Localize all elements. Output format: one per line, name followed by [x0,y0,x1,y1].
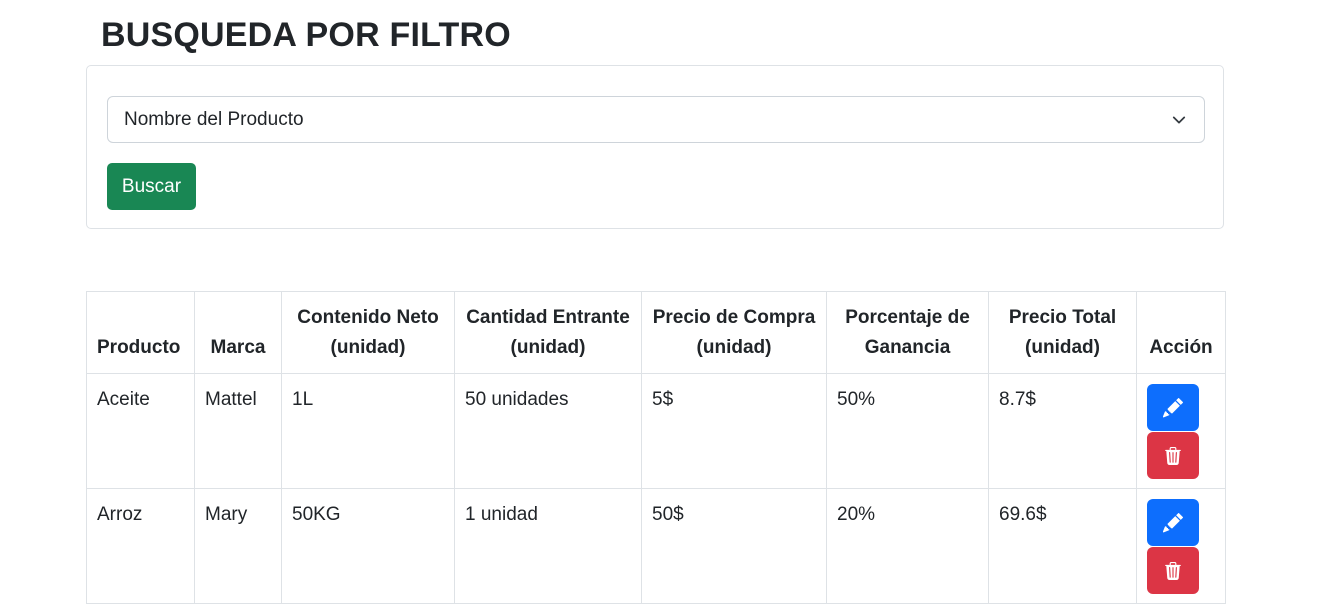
header-accion: Acción [1136,291,1226,374]
delete-button[interactable] [1147,547,1199,594]
cell-porcentaje: 20% [826,488,989,604]
cell-precio-total: 8.7$ [988,373,1137,489]
search-button[interactable]: Buscar [107,163,196,210]
header-cantidad: Cantidad Entrante (unidad) [454,291,642,374]
chevron-down-icon [1172,116,1186,124]
cell-accion [1136,373,1226,489]
cell-producto: Aceite [86,373,195,489]
header-precio-compra: Precio de Compra (unidad) [641,291,827,374]
header-contenido: Contenido Neto (unidad) [281,291,455,374]
cell-marca: Mary [194,488,282,604]
filter-select[interactable]: Nombre del Producto [107,96,1205,143]
cell-contenido: 1L [281,373,455,489]
trash-icon [1165,561,1181,580]
header-producto: Producto [86,291,195,374]
trash-icon [1165,446,1181,465]
filter-select-value: Nombre del Producto [124,109,304,130]
table-row: Aceite Mattel 1L 50 unidades 5$ 50% 8.7$ [86,373,1226,489]
pencil-icon [1163,512,1183,532]
delete-button[interactable] [1147,432,1199,479]
cell-accion [1136,488,1226,604]
cell-precio-total: 69.6$ [988,488,1137,604]
pencil-icon [1163,397,1183,417]
edit-button[interactable] [1147,499,1199,546]
edit-button[interactable] [1147,384,1199,431]
cell-porcentaje: 50% [826,373,989,489]
products-table: Producto Marca Contenido Neto (unidad) C… [86,291,1226,604]
cell-marca: Mattel [194,373,282,489]
table-row: Arroz Mary 50KG 1 unidad 50$ 20% 69.6$ [86,488,1226,604]
cell-precio-compra: 5$ [641,373,827,489]
page-title: BUSQUEDA POR FILTRO [101,16,511,54]
cell-cantidad: 50 unidades [454,373,642,489]
cell-precio-compra: 50$ [641,488,827,604]
cell-producto: Arroz [86,488,195,604]
cell-contenido: 50KG [281,488,455,604]
header-marca: Marca [194,291,282,374]
cell-cantidad: 1 unidad [454,488,642,604]
header-porcentaje: Porcentaje de Ganancia [826,291,989,374]
table-header-row: Producto Marca Contenido Neto (unidad) C… [86,291,1226,374]
header-precio-total: Precio Total (unidad) [988,291,1137,374]
filter-card: Nombre del Producto Buscar [86,65,1224,229]
